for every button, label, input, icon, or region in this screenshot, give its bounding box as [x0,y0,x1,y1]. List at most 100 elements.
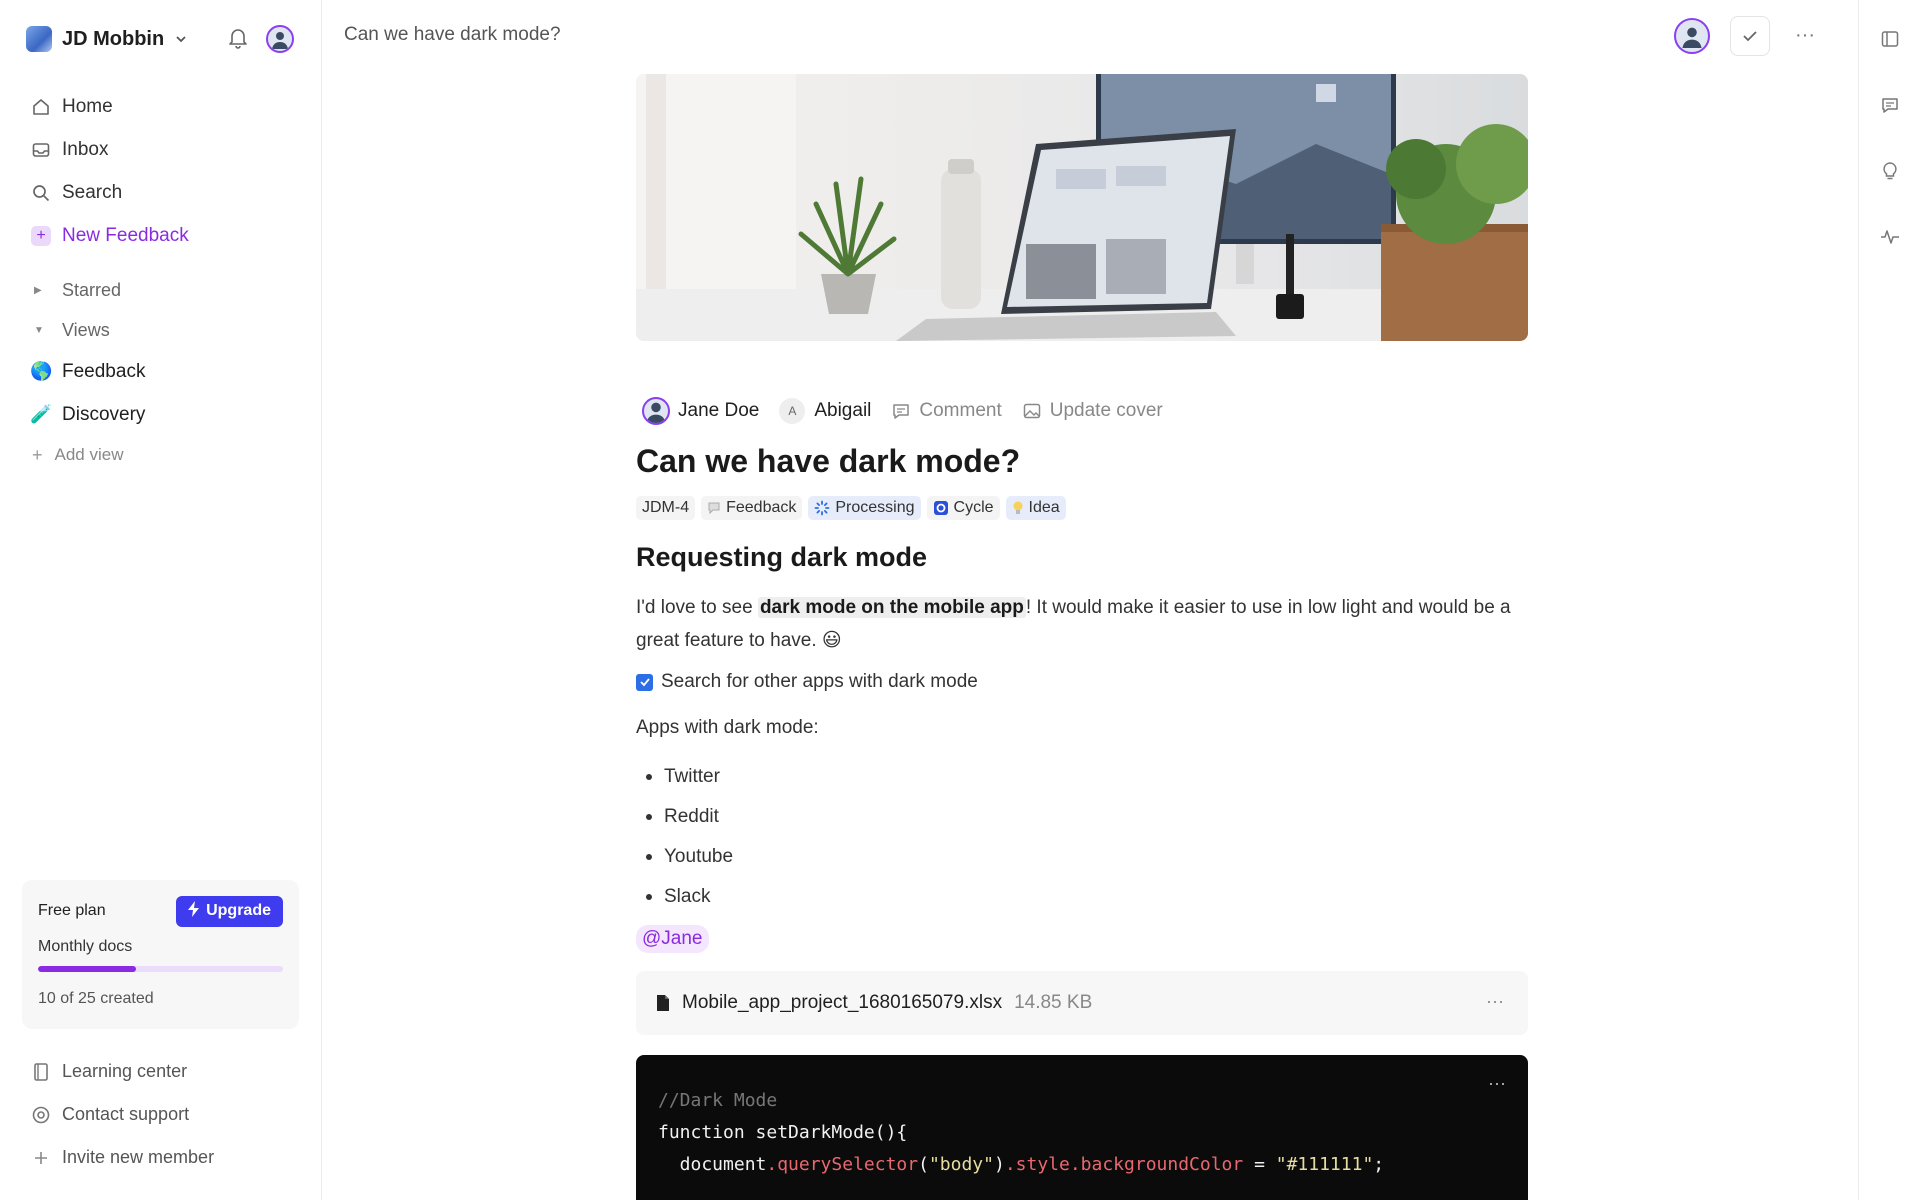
nav-home[interactable]: Home [0,85,321,128]
comment-icon[interactable] [1877,92,1903,118]
checkbox-checked[interactable] [636,673,653,691]
section-views[interactable]: ▼ Views [0,310,321,350]
comment-button[interactable]: Comment [891,400,1002,422]
code-line: document.querySelector("body").style.bac… [658,1149,1506,1181]
list-item[interactable]: Twitter [636,757,1528,797]
add-view-button[interactable]: + Add view [0,436,321,474]
new-feedback-button[interactable]: + New Feedback [0,214,321,257]
todo-item[interactable]: Search for other apps with dark mode [636,671,1528,693]
plus-box: + [30,225,52,247]
plus-icon: + [32,444,43,465]
upgrade-label: Upgrade [206,902,271,919]
learning-center-label: Learning center [62,1061,188,1081]
code-more-icon[interactable]: ··· [1488,1067,1506,1099]
type-tag[interactable]: Feedback [701,496,803,520]
user-mention[interactable]: @Jane [636,925,709,953]
home-icon [30,96,52,118]
test-tube-icon: 🧪 [30,404,53,424]
inbox-icon [30,139,52,161]
contact-support-label: Contact support [62,1104,190,1124]
contact-support-link[interactable]: Contact support [0,1093,321,1136]
code-token: .querySelector [766,1154,919,1175]
section-starred-label: Starred [62,279,122,300]
idea-tag-label: Idea [1028,499,1060,516]
bottom-nav: Learning center Contact support Invite n… [0,1050,321,1179]
comment-icon [891,401,911,421]
list-item[interactable]: Youtube [636,837,1528,877]
main-nav: Home Inbox Search + New Feedback [0,85,321,257]
bell-icon[interactable] [228,27,248,49]
nav-inbox[interactable]: Inbox [0,128,321,171]
bullet [646,814,652,820]
cycle-tag[interactable]: Cycle [926,496,1000,520]
code-block[interactable]: ··· //Dark Mode function setDarkMode(){ … [636,1055,1528,1200]
check-icon [1743,31,1757,42]
activity-icon[interactable] [1877,224,1903,250]
para-highlight: dark mode on the mobile app [757,597,1026,618]
status-tag[interactable]: Processing [808,496,921,520]
document: Jane Doe A Abigail Comment Update cover … [636,74,1528,1200]
nav-search[interactable]: Search [0,171,321,214]
lightbulb-icon[interactable] [1877,158,1903,184]
cycle-icon [933,500,949,516]
update-cover-button[interactable]: Update cover [1022,400,1163,422]
bullet [646,894,652,900]
code-token: "#111111" [1275,1154,1374,1175]
code-token: .style.backgroundColor [1004,1154,1244,1175]
author[interactable]: Jane Doe [636,397,759,425]
view-discovery-label: Discovery [62,403,146,425]
assignee-name: Abigail [814,400,872,421]
code-token: "body" [928,1154,994,1175]
workspace-switcher[interactable]: JD Mobbin [26,24,295,54]
app-window: JD Mobbin Home Inbox Search + New Feedba… [0,0,1920,1200]
book-icon [30,1061,52,1083]
globe-icon: 🌎 [30,361,53,381]
idea-tag[interactable]: Idea [1005,496,1066,520]
usage-progress-bar [38,966,283,972]
section-views-label: Views [62,319,110,340]
learning-center-link[interactable]: Learning center [0,1050,321,1093]
workspace-name: JD Mobbin [62,27,165,50]
mark-done-button[interactable] [1730,16,1770,56]
spinner-icon [814,500,830,516]
lifebuoy-icon [30,1104,52,1126]
id-tag[interactable]: JDM-4 [636,496,696,520]
list-item[interactable]: Reddit [636,797,1528,837]
section-heading[interactable]: Requesting dark mode [636,542,1528,573]
section-starred[interactable]: ▶ Starred [0,270,321,310]
code-token: ; [1373,1154,1385,1175]
para-text-before: I'd love to see [636,597,758,618]
todo-label: Search for other apps with dark mode [661,671,978,692]
main-content: Can we have dark mode? ··· Jane Doe A Ab… [322,0,1858,1200]
invite-member-link[interactable]: Invite new member [0,1136,321,1179]
sidebar: JD Mobbin Home Inbox Search + New Feedba… [0,0,322,1200]
comment-label: Comment [919,400,1002,421]
doc-meta: Jane Doe A Abigail Comment Update cover [636,397,1528,425]
usage-progress-fill [38,966,136,972]
new-feedback-label: New Feedback [62,224,189,246]
upgrade-button[interactable]: Upgrade [176,895,283,927]
type-tag-label: Feedback [726,499,797,516]
list-item-text: Twitter [664,766,720,787]
file-more-icon[interactable]: ··· [1486,991,1504,1012]
collaborator-avatar[interactable] [1674,18,1710,54]
list-item-text: Reddit [664,806,719,827]
view-discovery[interactable]: 🧪 Discovery [0,393,321,436]
bolt-icon [188,900,200,922]
doc-title[interactable]: Can we have dark mode? [636,443,1528,480]
add-view-label: Add view [54,445,124,464]
user-avatar[interactable] [266,25,294,53]
speech-bubble-icon [707,501,721,515]
view-feedback[interactable]: 🌎 Feedback [0,350,321,393]
body-paragraph[interactable]: I'd love to see dark mode on the mobile … [636,591,1528,657]
list-item[interactable]: Slack [636,877,1528,917]
more-options-icon[interactable]: ··· [1790,20,1820,50]
file-attachment[interactable]: Mobile_app_project_1680165079.xlsx 14.85… [636,971,1528,1035]
lightbulb-icon [1012,500,1024,516]
breadcrumb[interactable]: Can we have dark mode? [344,24,561,46]
panel-toggle-icon[interactable] [1877,26,1903,52]
code-line: function setDarkMode(){ [658,1122,908,1143]
nav-home-label: Home [62,95,113,117]
assignee[interactable]: A Abigail [779,398,871,424]
list-label[interactable]: Apps with dark mode: [636,717,1528,739]
